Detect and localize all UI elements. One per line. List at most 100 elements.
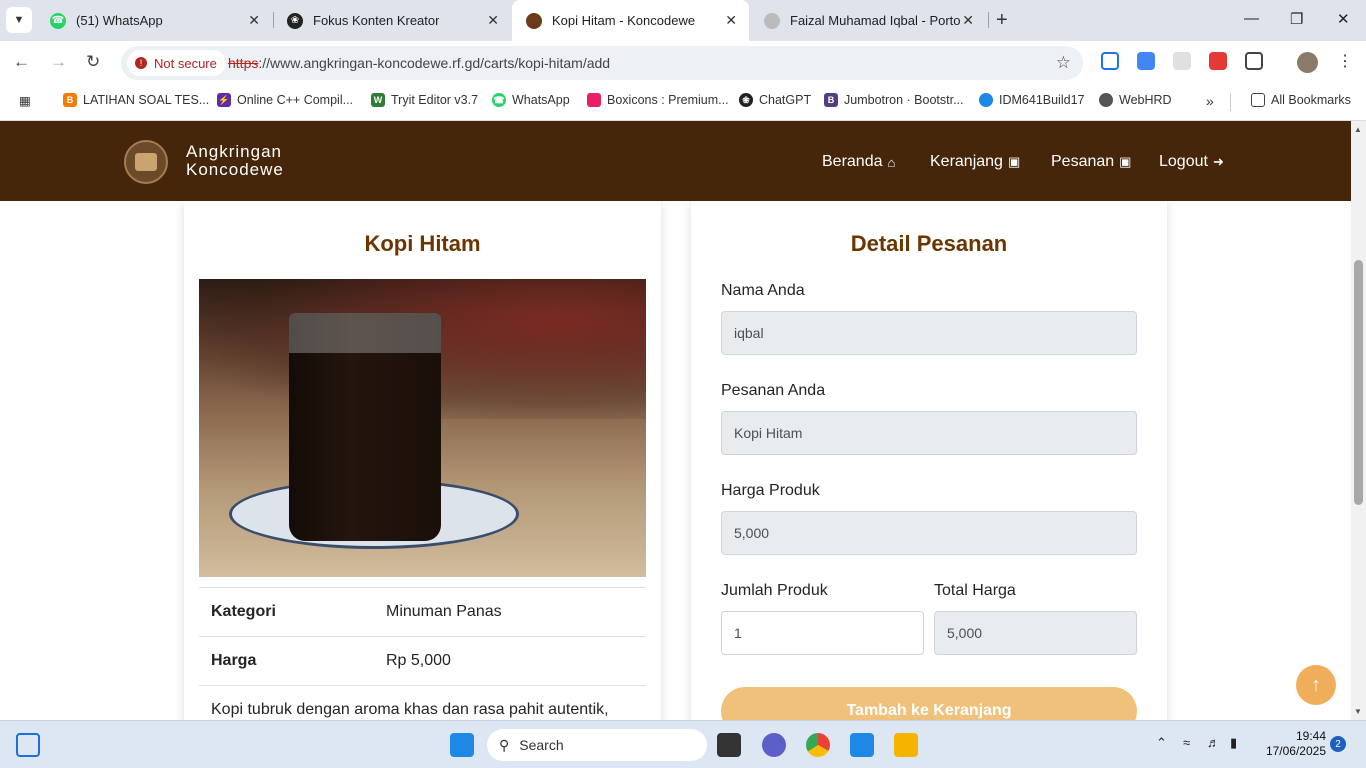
tab-search-button[interactable]: ▼	[6, 7, 32, 33]
close-window-icon[interactable]: ✕	[1337, 10, 1350, 28]
notification-badge[interactable]: 2	[1330, 736, 1346, 752]
forward-icon[interactable]: →	[50, 52, 67, 72]
profile-avatar[interactable]	[1297, 52, 1318, 73]
price-field[interactable]: 5,000	[721, 511, 1137, 555]
bag-icon: ▣	[1007, 154, 1021, 169]
tab-portfolio[interactable]: Faizal Muhamad Iqbal - Portofo ✕	[750, 0, 986, 41]
scroll-down-arrow-icon[interactable]: ▼	[1354, 707, 1362, 716]
nav-label: Beranda	[822, 153, 883, 170]
extension-icon[interactable]	[1173, 52, 1191, 70]
add-to-cart-button[interactable]: Tambah ke Keranjang	[721, 687, 1137, 720]
more-bookmarks-icon[interactable]: »	[1206, 93, 1214, 109]
teams-icon[interactable]	[762, 733, 786, 757]
system-clock[interactable]: 19:44 17/06/2025	[1260, 729, 1326, 759]
close-tab-icon[interactable]: ✕	[487, 12, 499, 29]
tab-title: Fokus Konten Kreator	[313, 13, 440, 28]
scroll-to-top-button[interactable]: ↑	[1296, 665, 1336, 705]
apps-grid-icon[interactable]: ▦	[19, 93, 31, 108]
bookmark-divider	[1230, 93, 1231, 111]
vscode-icon[interactable]	[850, 733, 874, 757]
site-logo[interactable]	[124, 140, 168, 184]
file-explorer-icon[interactable]	[894, 733, 918, 757]
scroll-up-arrow-icon[interactable]: ▲	[1354, 125, 1362, 134]
bookmark-label: Jumbotron · Bootstr...	[844, 93, 964, 107]
security-indicator[interactable]: ! Not secure	[127, 50, 226, 76]
battery-icon[interactable]: ▮	[1230, 735, 1237, 751]
name-label: Nama Anda	[721, 282, 805, 299]
browser-toolbar: ← → ↻ ! Not secure https://www.angkringa…	[0, 41, 1366, 85]
close-tab-icon[interactable]: ✕	[962, 12, 974, 29]
bookmark-item[interactable]: B Jumbotron · Bootstr...	[824, 93, 964, 107]
reload-icon[interactable]: ↻	[86, 52, 100, 72]
minimize-icon[interactable]: —	[1244, 10, 1259, 27]
puzzle-icon[interactable]	[1245, 52, 1263, 70]
blogger-icon: B	[63, 93, 77, 107]
total-field[interactable]: 5,000	[934, 611, 1137, 655]
translate-icon[interactable]	[1137, 52, 1155, 70]
clock-time: 19:44	[1295, 729, 1326, 743]
bookmark-item[interactable]: WebHRD	[1099, 93, 1172, 107]
brand-line-2: Koncodewe	[186, 160, 284, 179]
bookmark-item[interactable]: W Tryit Editor v3.7	[371, 93, 478, 107]
bookmark-item[interactable]: ⚡ Online C++ Compil...	[217, 93, 353, 107]
url-text[interactable]: https://www.angkringan-koncodewe.rf.gd/c…	[228, 55, 610, 71]
tab-fokus-konten[interactable]: ❀ Fokus Konten Kreator ✕	[273, 0, 511, 41]
chrome-icon[interactable]	[806, 733, 830, 757]
name-field[interactable]: iqbal	[721, 311, 1137, 355]
close-tab-icon[interactable]: ✕	[725, 12, 737, 29]
home-icon: ⌂	[887, 154, 896, 170]
bookmark-item[interactable]: ❀ ChatGPT	[739, 93, 811, 107]
volume-icon[interactable]: ♬	[1207, 735, 1220, 750]
nav-beranda[interactable]: Beranda ⌂	[822, 153, 895, 171]
all-bookmarks[interactable]: All Bookmarks	[1251, 93, 1351, 107]
folder-icon	[1251, 93, 1265, 107]
bookmark-label: Tryit Editor v3.7	[391, 93, 479, 107]
tab-strip: ▼ ☎ (51) WhatsApp ✕ ❀ Fokus Konten Kreat…	[0, 0, 1366, 41]
globe-icon	[1099, 93, 1113, 107]
new-tab-icon[interactable]: +	[996, 9, 1008, 32]
table-row: Kategori Minuman Panas	[199, 587, 646, 636]
brand-line-1: Angkringan	[186, 142, 283, 161]
bookmark-label: Boxicons : Premium...	[607, 93, 729, 107]
order-field[interactable]: Kopi Hitam	[721, 411, 1137, 455]
bookmark-label: WhatsApp	[512, 93, 570, 107]
tab-kopi-hitam[interactable]: Kopi Hitam - Koncodewe ✕	[512, 0, 749, 41]
whatsapp-icon: ☎	[50, 12, 66, 29]
row-key: Harga	[211, 652, 257, 669]
nav-pesanan[interactable]: Pesanan ▣	[1051, 153, 1131, 171]
address-bar[interactable]: ! Not secure https://www.angkringan-konc…	[121, 46, 1083, 80]
close-tab-icon[interactable]: ✕	[248, 12, 260, 29]
wifi-icon[interactable]: ≈	[1183, 735, 1190, 750]
bookmark-star-icon[interactable]: ☆	[1056, 53, 1071, 73]
bookmark-item[interactable]: Boxicons : Premium...	[587, 93, 729, 107]
extension-icon[interactable]	[1209, 52, 1227, 70]
site-brand[interactable]: Angkringan Koncodewe	[186, 143, 284, 179]
product-info-table: Kategori Minuman Panas Harga Rp 5,000	[199, 587, 646, 686]
nav-logout[interactable]: Logout ➜	[1159, 153, 1224, 171]
scrollbar-thumb[interactable]	[1354, 260, 1363, 505]
arrow-up-icon: ↑	[1311, 673, 1321, 696]
task-view-icon[interactable]	[717, 733, 741, 757]
bookmark-item[interactable]: IDM641Build17	[979, 93, 1084, 107]
back-icon[interactable]: ←	[13, 52, 30, 72]
page-viewport: Kopi Hitam Kategori Minuman Panas Harga …	[0, 121, 1351, 720]
tray-chevron-icon[interactable]: ⌃	[1156, 735, 1167, 751]
page-scrollbar[interactable]: ▲ ▼	[1351, 121, 1366, 720]
bookmark-item[interactable]: ☎ WhatsApp	[492, 93, 570, 107]
order-title: Detail Pesanan	[850, 231, 1008, 256]
nav-keranjang[interactable]: Keranjang ▣	[930, 153, 1020, 171]
windows-start-icon[interactable]	[450, 733, 474, 757]
nav-label: Pesanan	[1051, 153, 1115, 170]
tab-whatsapp[interactable]: ☎ (51) WhatsApp ✕	[36, 0, 272, 41]
bookmark-item[interactable]: B LATIHAN SOAL TES...	[63, 93, 209, 107]
widgets-icon[interactable]	[16, 733, 40, 757]
menu-kebab-icon[interactable]: ⋮	[1337, 51, 1353, 71]
url-path: ://www.angkringan-koncodewe.rf.gd/carts/…	[258, 55, 611, 71]
bolt-icon: ⚡	[217, 93, 231, 107]
restore-icon[interactable]: ❐	[1290, 10, 1303, 28]
all-bookmarks-label: All Bookmarks	[1271, 93, 1351, 107]
quantity-field[interactable]: 1	[721, 611, 924, 655]
tab-title: Kopi Hitam - Koncodewe	[552, 13, 696, 28]
extension-icon[interactable]	[1101, 52, 1119, 70]
taskbar-search[interactable]: ⚲ Search	[487, 729, 707, 761]
